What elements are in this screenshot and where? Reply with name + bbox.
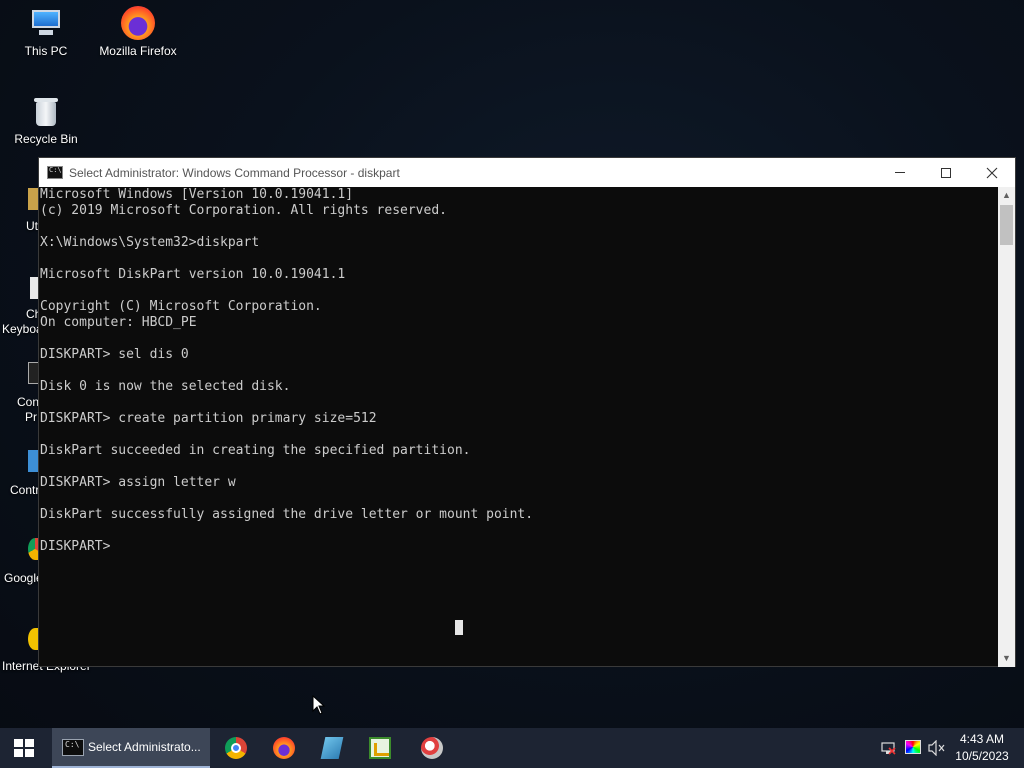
close-icon bbox=[986, 167, 998, 178]
windows-logo-icon bbox=[14, 739, 34, 757]
desktop-icon-label: This PC bbox=[24, 44, 68, 58]
desktop-icon-label: Mozilla Firefox bbox=[99, 44, 177, 58]
console-line: Microsoft DiskPart version 10.0.19041.1 bbox=[40, 267, 346, 282]
cmd-icon bbox=[47, 166, 63, 179]
desktop-icon-this-pc[interactable]: This PC bbox=[0, 6, 92, 58]
console-line: DISKPART> create partition primary size=… bbox=[40, 411, 377, 426]
taskbar-item-label: Select Administrato... bbox=[88, 740, 201, 754]
desktop-icon-label: Recycle Bin bbox=[14, 132, 78, 146]
console-line: Disk 0 is now the selected disk. bbox=[40, 379, 291, 394]
maximize-button[interactable] bbox=[923, 158, 969, 187]
cmd-icon bbox=[62, 739, 84, 756]
volume-muted-icon[interactable] bbox=[928, 740, 946, 756]
taskbar-pin-chrome[interactable] bbox=[212, 728, 260, 768]
paint-icon bbox=[421, 737, 443, 759]
text-cursor bbox=[455, 620, 463, 635]
taskbar-pin-notepad[interactable] bbox=[308, 728, 356, 768]
display-settings-icon[interactable] bbox=[905, 740, 921, 754]
desktop-icon-label-partial: Ut bbox=[26, 219, 38, 233]
desktop-icon-label-partial: Contr bbox=[10, 483, 40, 497]
scroll-down-arrow-icon[interactable]: ▼ bbox=[998, 650, 1015, 667]
command-prompt-window[interactable]: Select Administrator: Windows Command Pr… bbox=[38, 157, 1016, 667]
maximize-icon bbox=[941, 167, 951, 178]
taskbar-pin-firefox[interactable] bbox=[260, 728, 308, 768]
clock-time: 4:43 AM bbox=[959, 732, 1005, 746]
firefox-icon bbox=[121, 6, 155, 40]
start-button[interactable] bbox=[0, 728, 48, 768]
minimize-button[interactable] bbox=[877, 158, 923, 187]
close-button[interactable] bbox=[969, 158, 1015, 187]
system-clock[interactable]: 4:43 AM 10/5/2023 bbox=[952, 731, 1012, 765]
console-output[interactable]: Microsoft Windows [Version 10.0.19041.1]… bbox=[39, 187, 999, 667]
chrome-icon bbox=[225, 737, 247, 759]
desktop-icon-label-partial: Pr bbox=[25, 410, 37, 424]
console-line: On computer: HBCD_PE bbox=[40, 315, 197, 330]
console-line: DISKPART> assign letter w bbox=[40, 475, 236, 490]
minimize-icon bbox=[895, 172, 905, 173]
taskbar-pin-paint[interactable] bbox=[408, 728, 456, 768]
taskbar: Select Administrato... bbox=[0, 728, 1024, 768]
console-line: DiskPart succeeded in creating the speci… bbox=[40, 443, 471, 458]
vertical-scrollbar[interactable]: ▲ ▼ bbox=[998, 187, 1015, 667]
console-line: (c) 2019 Microsoft Corporation. All righ… bbox=[40, 203, 447, 218]
console-line: DISKPART> sel dis 0 bbox=[40, 347, 189, 362]
console-line: X:\Windows\System32>diskpart bbox=[40, 235, 260, 250]
firefox-icon bbox=[273, 737, 295, 759]
desktop-icon-recycle-bin[interactable]: Recycle Bin bbox=[0, 94, 92, 146]
console-line: DiskPart successfully assigned the drive… bbox=[40, 507, 534, 522]
desktop-icon-firefox[interactable]: Mozilla Firefox bbox=[92, 6, 184, 58]
notepad-icon bbox=[320, 737, 344, 759]
desktop-icon-label-partial: Con bbox=[17, 395, 40, 409]
window-title: Select Administrator: Windows Command Pr… bbox=[69, 166, 400, 180]
desktop-icon-label-partial: Keyboa bbox=[2, 322, 43, 336]
taskbar-item-command-prompt[interactable]: Select Administrato... bbox=[52, 728, 210, 768]
console-line: Microsoft Windows [Version 10.0.19041.1] bbox=[40, 187, 354, 202]
spreadsheet-icon bbox=[369, 737, 391, 759]
scroll-up-arrow-icon[interactable]: ▲ bbox=[998, 187, 1015, 204]
mouse-pointer-icon bbox=[312, 695, 326, 715]
this-pc-icon bbox=[29, 6, 63, 40]
desktop-icon-label-partial: Google bbox=[4, 571, 43, 585]
window-titlebar[interactable]: Select Administrator: Windows Command Pr… bbox=[39, 158, 1015, 187]
taskbar-pin-spreadsheet[interactable] bbox=[356, 728, 404, 768]
clock-date: 10/5/2023 bbox=[955, 749, 1009, 763]
console-line: Copyright (C) Microsoft Corporation. bbox=[40, 299, 322, 314]
scroll-thumb[interactable] bbox=[1000, 205, 1013, 245]
network-icon[interactable] bbox=[880, 740, 896, 756]
recycle-bin-icon bbox=[29, 94, 63, 128]
console-line: DISKPART> bbox=[40, 539, 119, 554]
